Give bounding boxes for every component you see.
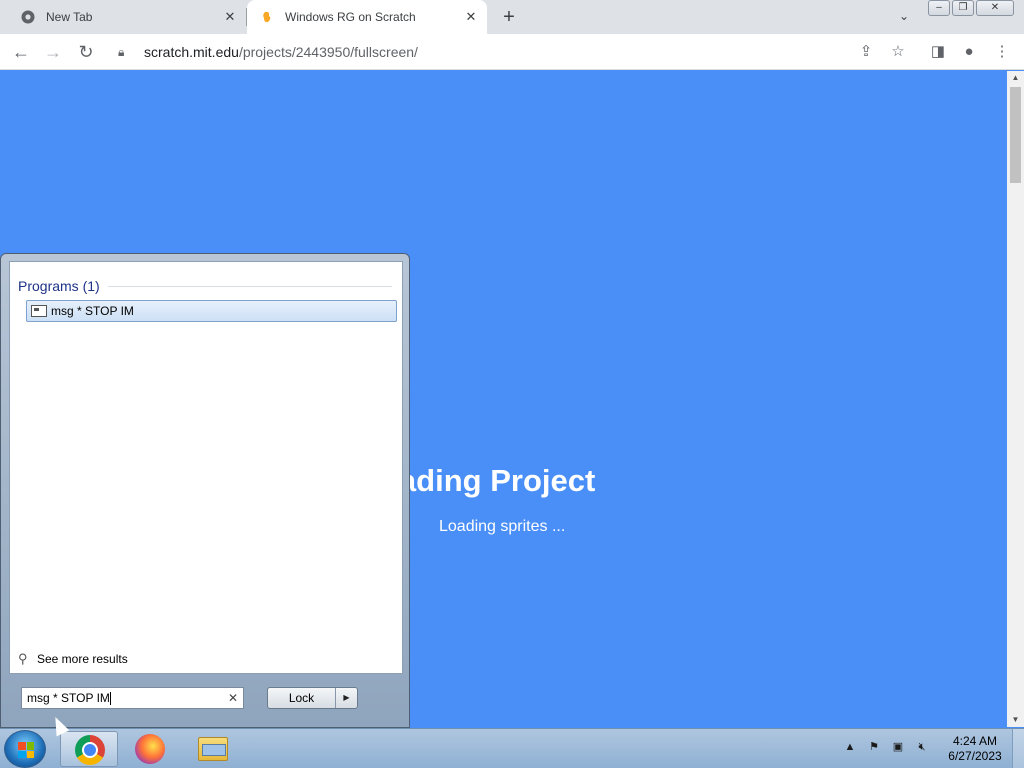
- loading-status: Loading sprites ...: [439, 518, 566, 535]
- taskbar-clock[interactable]: 4:24 AM 6/27/2023: [942, 734, 1008, 764]
- close-tab-icon[interactable]: ✕: [222, 9, 238, 25]
- scratch-icon: [259, 9, 275, 25]
- menu-icon[interactable]: ⋮: [992, 42, 1012, 62]
- show-desktop-button[interactable]: [1012, 729, 1024, 768]
- taskbar-app-chrome[interactable]: [60, 731, 118, 767]
- browser-tabbar: New Tab ✕ Windows RG on Scratch ✕ + ⌄ – …: [0, 0, 1024, 34]
- search-input-value: msg * STOP IM: [27, 691, 110, 705]
- url-text: scratch.mit.edu/projects/2443950/fullscr…: [144, 44, 418, 60]
- chrome-icon: [75, 735, 105, 765]
- magnifier-icon: ⚲: [18, 651, 28, 666]
- page-scrollbar[interactable]: ▲ ▼: [1007, 71, 1024, 727]
- new-tab-icon[interactable]: +: [498, 6, 520, 28]
- start-search-input[interactable]: msg * STOP IM ✕: [21, 687, 244, 709]
- shutdown-options-arrow-icon[interactable]: ▶: [336, 688, 357, 708]
- clock-date: 6/27/2023: [948, 749, 1002, 763]
- chevron-down-icon[interactable]: ⌄: [894, 9, 914, 25]
- scroll-up-icon[interactable]: ▲: [1007, 71, 1024, 85]
- text-caret: [109, 692, 111, 706]
- start-button[interactable]: [4, 730, 46, 768]
- taskbar-app-firefox[interactable]: [121, 731, 179, 767]
- star-icon[interactable]: ☆: [888, 42, 908, 62]
- loading-title: oading Project: [380, 463, 596, 498]
- share-icon[interactable]: ⇪: [856, 42, 876, 62]
- divider: [108, 286, 392, 287]
- system-tray: ▲ ⚑ ▣ 🔇︎: [842, 739, 938, 755]
- clear-search-icon[interactable]: ✕: [228, 688, 238, 708]
- tab-new-tab[interactable]: New Tab ✕: [8, 0, 246, 34]
- firefox-icon: [135, 734, 165, 764]
- address-bar[interactable]: 🔒︎ scratch.mit.edu/projects/2443950/full…: [108, 37, 918, 67]
- clock-time: 4:24 AM: [952, 734, 998, 748]
- taskbar-app-explorer[interactable]: [184, 731, 242, 767]
- volume-muted-icon[interactable]: 🔇︎: [914, 739, 930, 755]
- tray-expand-icon[interactable]: ▲: [842, 739, 858, 755]
- taskbar: ▲ ⚑ ▣ 🔇︎ 4:24 AM 6/27/2023: [0, 728, 1024, 768]
- action-center-icon[interactable]: ⚑: [866, 739, 882, 755]
- start-menu: Programs (1) msg * STOP IM ⚲ See more re…: [0, 253, 410, 728]
- minimize-icon[interactable]: –: [928, 0, 950, 16]
- tab-windows-rg[interactable]: Windows RG on Scratch ✕: [247, 0, 487, 34]
- program-icon: [31, 305, 47, 317]
- tab-title: Windows RG on Scratch: [285, 10, 416, 24]
- network-icon[interactable]: ▣: [890, 739, 906, 755]
- program-result-label: msg * STOP IM: [51, 304, 134, 318]
- restore-icon[interactable]: ❐: [952, 0, 974, 16]
- lock-button-group: Lock ▶: [267, 687, 358, 709]
- file-explorer-icon: [198, 737, 228, 761]
- forward-icon[interactable]: →: [41, 40, 65, 64]
- close-window-icon[interactable]: ✕: [976, 0, 1014, 16]
- side-panel-icon[interactable]: ◨: [928, 42, 948, 62]
- scrollbar-thumb[interactable]: [1010, 87, 1021, 183]
- lock-button[interactable]: Lock: [268, 688, 336, 708]
- tab-title: New Tab: [46, 10, 93, 24]
- start-menu-results-pane: Programs (1) msg * STOP IM ⚲ See more re…: [9, 261, 403, 674]
- profile-icon[interactable]: ●: [959, 42, 979, 62]
- see-more-label: See more results: [37, 652, 128, 666]
- browser-toolbar: ← → ↻ 🔒︎ scratch.mit.edu/projects/244395…: [0, 34, 1024, 70]
- programs-heading: Programs (1): [18, 278, 100, 294]
- see-more-results-link[interactable]: ⚲ See more results: [18, 651, 128, 667]
- back-icon[interactable]: ←: [9, 40, 33, 64]
- program-result-item[interactable]: msg * STOP IM: [26, 300, 397, 322]
- window-controls: – ❐ ✕: [928, 0, 1018, 18]
- close-tab-icon[interactable]: ✕: [463, 9, 479, 25]
- windows-logo-icon: [18, 742, 34, 758]
- chrome-icon: [20, 9, 36, 25]
- reload-icon[interactable]: ↻: [74, 40, 98, 64]
- scroll-down-icon[interactable]: ▼: [1007, 713, 1024, 727]
- lock-icon[interactable]: 🔒︎: [118, 45, 134, 60]
